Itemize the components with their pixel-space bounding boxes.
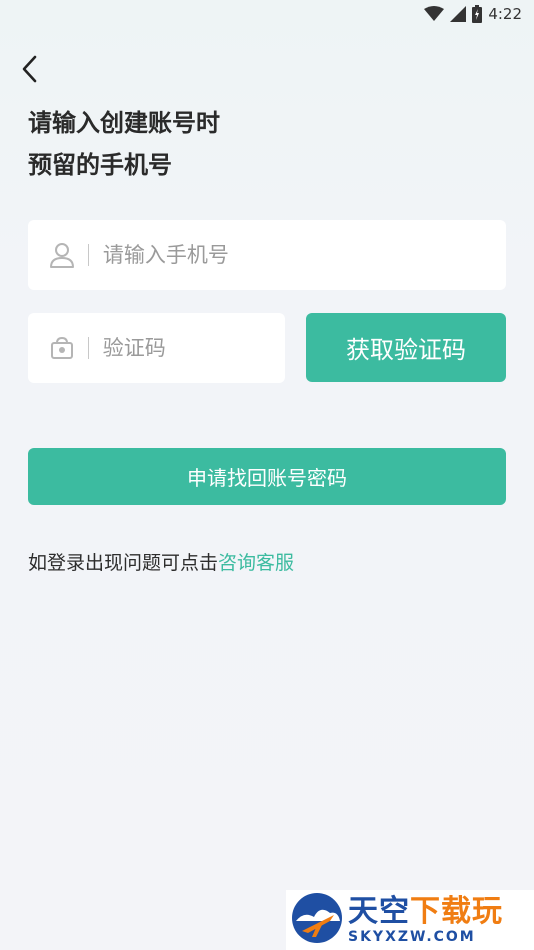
title-line-1: 请输入创建账号时 xyxy=(28,109,220,137)
watermark-text: 天空下载玩 SKYXZW.COM xyxy=(348,893,503,945)
user-icon xyxy=(50,242,74,268)
battery-icon xyxy=(472,5,483,23)
code-input[interactable] xyxy=(102,336,285,360)
watermark-cn-accent: 下载玩 xyxy=(410,893,503,929)
title-line-2: 预留的手机号 xyxy=(28,151,172,179)
status-bar: 4:22 xyxy=(0,0,534,28)
lock-icon xyxy=(50,335,74,361)
input-divider xyxy=(88,337,89,359)
get-code-button[interactable]: 获取验证码 xyxy=(306,313,506,382)
watermark-cn-main: 天空 xyxy=(348,893,410,929)
watermark-logo: 天空下载玩 SKYXZW.COM xyxy=(286,890,534,950)
recover-account-button[interactable]: 申请找回账号密码 xyxy=(28,448,506,505)
phone-input[interactable] xyxy=(102,243,506,267)
help-text: 如登录出现问题可点击咨询客服 xyxy=(28,548,294,575)
input-divider xyxy=(88,244,89,266)
airplane-logo-icon xyxy=(290,891,344,949)
back-button[interactable] xyxy=(14,52,46,90)
page-title: 请输入创建账号时 预留的手机号 xyxy=(28,102,508,186)
code-field[interactable] xyxy=(28,313,285,383)
customer-service-link[interactable]: 咨询客服 xyxy=(218,552,294,574)
chevron-left-icon xyxy=(21,55,39,87)
phone-field[interactable] xyxy=(28,220,506,290)
watermark-cn: 天空下载玩 xyxy=(348,893,503,929)
signal-icon xyxy=(450,6,467,22)
help-text-label: 如登录出现问题可点击 xyxy=(28,552,219,574)
watermark-en: SKYXZW.COM xyxy=(348,928,476,945)
status-time: 4:22 xyxy=(488,5,522,23)
wifi-icon xyxy=(424,6,445,22)
